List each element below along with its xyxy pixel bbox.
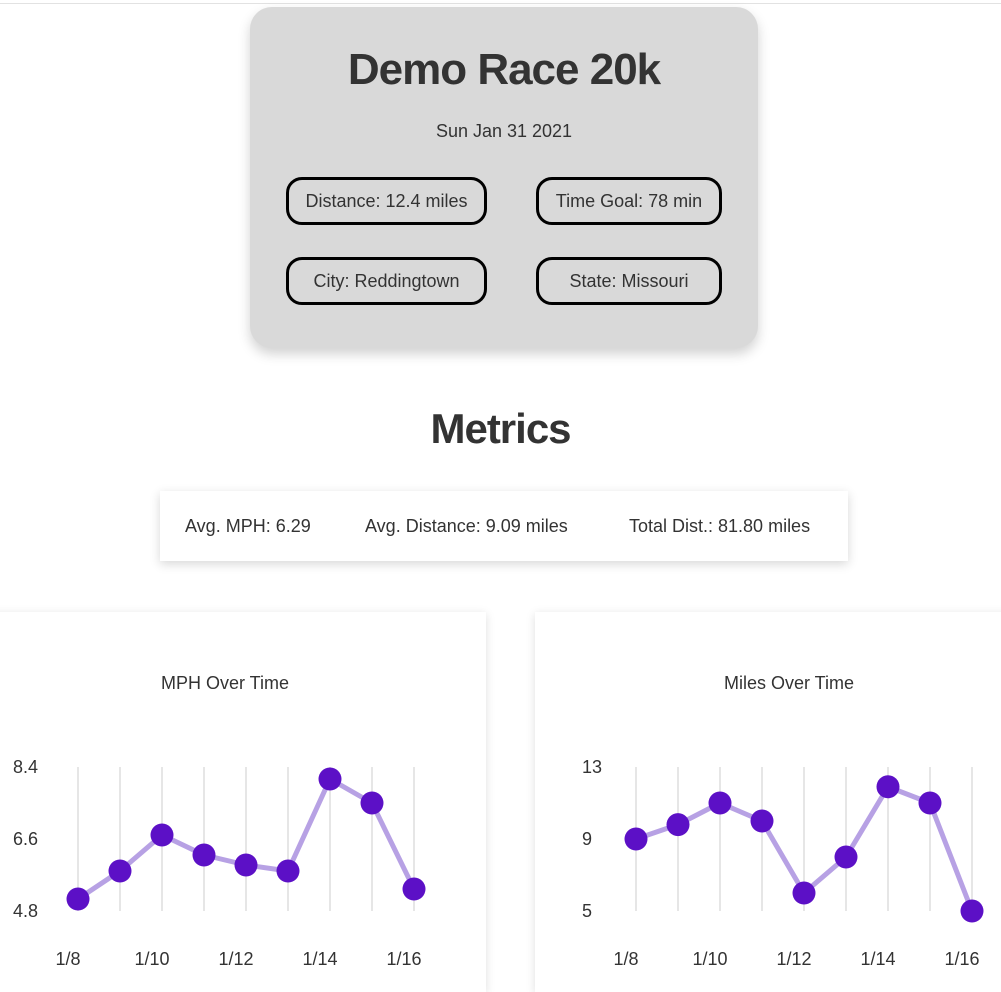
miles-x-tick-label: 1/14 [860, 949, 895, 969]
miles-chart-title: Miles Over Time [724, 673, 854, 693]
mph-x-tick-label: 1/8 [55, 949, 80, 969]
miles-y-tick-label: 5 [582, 901, 592, 921]
miles-data-point [750, 809, 774, 833]
mph-chart-title: MPH Over Time [161, 673, 289, 693]
mph-data-point [276, 859, 300, 883]
miles-data-point [666, 813, 690, 837]
mph-data-point [108, 859, 132, 883]
mph-y-tick-label: 6.6 [13, 829, 38, 849]
miles-data-point [624, 827, 648, 851]
mph-data-point [150, 823, 174, 847]
mph-x-tick-label: 1/12 [218, 949, 253, 969]
miles-data-point [708, 791, 732, 815]
mph-data-point [318, 767, 342, 791]
charts-layer: MPH Over Time 4.8 6.6 8.4 1/8 1/10 1/12 1/14 1/1… [13, 673, 984, 969]
mph-data-point [192, 843, 216, 867]
mph-x-tick-label: 1/16 [386, 949, 421, 969]
mph-x-tick-label: 1/10 [134, 949, 169, 969]
miles-data-point [834, 845, 858, 869]
mph-data-point [402, 877, 426, 901]
miles-x-tick-label: 1/12 [776, 949, 811, 969]
miles-y-tick-label: 9 [582, 829, 592, 849]
miles-x-tick-label: 1/8 [613, 949, 638, 969]
miles-y-tick-label: 13 [582, 757, 602, 777]
mph-x-tick-label: 1/14 [302, 949, 337, 969]
mph-y-tick-label: 4.8 [13, 901, 38, 921]
miles-x-tick-label: 1/16 [944, 949, 979, 969]
mph-data-point [66, 887, 90, 911]
miles-data-point [918, 791, 942, 815]
mph-data-point [234, 853, 258, 877]
miles-x-tick-label: 1/10 [692, 949, 727, 969]
miles-data-point [960, 899, 984, 923]
mph-y-tick-label: 8.4 [13, 757, 38, 777]
miles-data-point [792, 881, 816, 905]
mph-data-point [360, 791, 384, 815]
miles-data-point [876, 775, 900, 799]
